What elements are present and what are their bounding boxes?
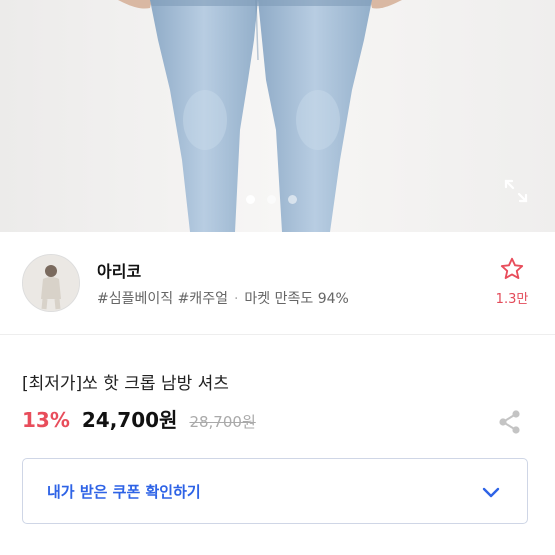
- carousel-dot-1[interactable]: [246, 195, 255, 204]
- store-tags[interactable]: #심플베이직 #캐주얼: [97, 291, 228, 307]
- store-logo-image: [23, 255, 79, 311]
- product-title: [최저가]쏘 핫 크롭 남방 셔츠: [22, 374, 229, 394]
- carousel-dot-2[interactable]: [267, 195, 276, 204]
- price-row: 13% 24,700원 28,700원: [22, 404, 256, 433]
- carousel-dot-3[interactable]: [288, 195, 297, 204]
- favorite-button[interactable]: 1.3만: [488, 256, 536, 307]
- store-name[interactable]: 아리코: [97, 258, 141, 282]
- coupon-label: 내가 받은 쿠폰 확인하기: [47, 483, 201, 501]
- expand-icon: [504, 179, 528, 203]
- store-meta: #심플베이직 #캐주얼 · 마켓 만족도 94%: [97, 288, 349, 308]
- store-info: 아리코 #심플베이직 #캐주얼 · 마켓 만족도 94% 1.3만: [0, 232, 555, 335]
- original-price: 28,700원: [189, 413, 256, 431]
- store-avatar[interactable]: [22, 254, 80, 312]
- discount-rate: 13%: [22, 408, 70, 432]
- sale-price: 24,700원: [81, 408, 178, 432]
- star-outline-icon: [500, 257, 524, 280]
- coupon-toggle[interactable]: 내가 받은 쿠폰 확인하기: [22, 458, 528, 524]
- product-image[interactable]: [0, 0, 555, 232]
- meta-separator: ·: [233, 291, 239, 307]
- store-satisfaction: 마켓 만족도 94%: [244, 291, 349, 307]
- share-button[interactable]: [496, 408, 524, 436]
- expand-button[interactable]: [502, 177, 530, 205]
- share-icon: [499, 410, 520, 434]
- favorite-count: 1.3만: [495, 292, 529, 307]
- chevron-down-icon: [482, 487, 500, 498]
- carousel-indicator: [246, 195, 297, 204]
